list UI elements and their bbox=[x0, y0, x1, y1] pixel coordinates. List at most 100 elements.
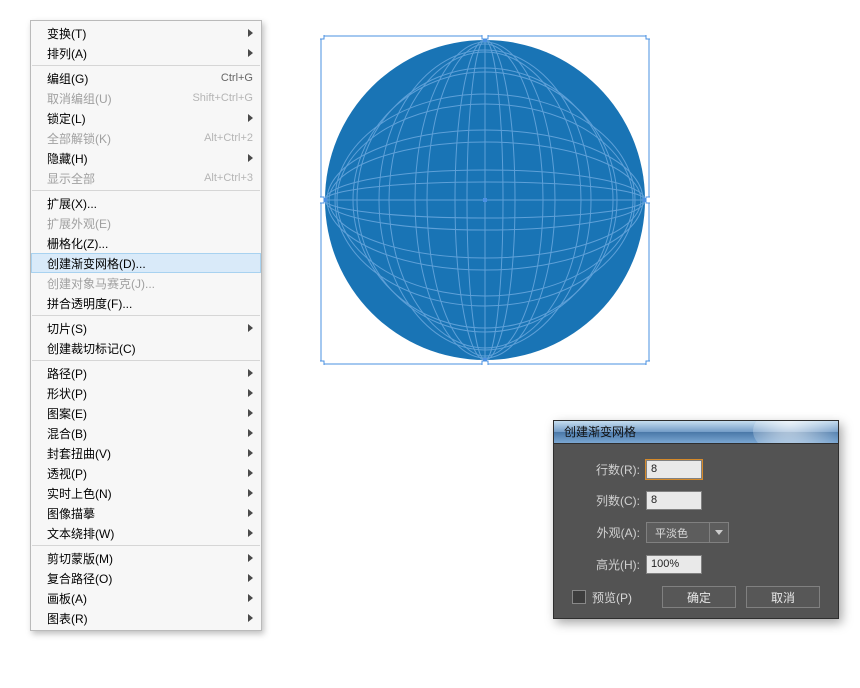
chevron-right-icon bbox=[248, 554, 253, 562]
cancel-button[interactable]: 取消 bbox=[746, 586, 820, 608]
menu-item-label: 创建对象马赛克(J)... bbox=[47, 275, 155, 292]
chevron-down-icon bbox=[715, 530, 723, 535]
menu-item-label: 剪切蒙版(M) bbox=[47, 550, 113, 567]
create-gradient-mesh-dialog: 创建渐变网格 行数(R): 8 列数(C): 8 外观(A): 平淡色 高光(H… bbox=[553, 420, 839, 619]
menu-item-label: 封套扭曲(V) bbox=[47, 445, 111, 462]
chevron-right-icon bbox=[248, 29, 253, 37]
menu-item[interactable]: 切片(S) bbox=[31, 318, 261, 338]
menu-item-label: 编组(G) bbox=[47, 70, 88, 87]
menu-item[interactable]: 图案(E) bbox=[31, 403, 261, 423]
menu-item[interactable]: 文本绕排(W) bbox=[31, 523, 261, 543]
appearance-value: 平淡色 bbox=[647, 525, 709, 541]
menu-separator bbox=[32, 315, 260, 316]
menu-item[interactable]: 图表(R) bbox=[31, 608, 261, 628]
menu-item[interactable]: 形状(P) bbox=[31, 383, 261, 403]
menu-item-label: 画板(A) bbox=[47, 590, 87, 607]
menu-item: 创建对象马赛克(J)... bbox=[31, 273, 261, 293]
menu-item[interactable]: 混合(B) bbox=[31, 423, 261, 443]
canvas-selected-object[interactable] bbox=[320, 35, 650, 365]
highlight-label: 高光(H): bbox=[572, 556, 640, 573]
menu-item[interactable]: 变换(T) bbox=[31, 23, 261, 43]
menu-item-label: 扩展外观(E) bbox=[47, 215, 111, 232]
menu-item-label: 取消编组(U) bbox=[47, 90, 112, 107]
menu-item[interactable]: 实时上色(N) bbox=[31, 483, 261, 503]
menu-item[interactable]: 拼合透明度(F)... bbox=[31, 293, 261, 313]
menu-item-label: 图表(R) bbox=[47, 610, 88, 627]
menu-item[interactable]: 图像描摹 bbox=[31, 503, 261, 523]
rows-input[interactable]: 8 bbox=[646, 460, 702, 479]
chevron-right-icon bbox=[248, 509, 253, 517]
chevron-right-icon bbox=[248, 49, 253, 57]
menu-item: 扩展外观(E) bbox=[31, 213, 261, 233]
ok-button[interactable]: 确定 bbox=[662, 586, 736, 608]
menu-item: 显示全部 Alt+Ctrl+3 bbox=[31, 168, 261, 188]
chevron-right-icon bbox=[248, 594, 253, 602]
chevron-right-icon bbox=[248, 489, 253, 497]
menu-item[interactable]: 编组(G)Ctrl+G bbox=[31, 68, 261, 88]
menu-item-label: 图案(E) bbox=[47, 405, 87, 422]
menu-item-label: 文本绕排(W) bbox=[47, 525, 114, 542]
menu-separator bbox=[32, 65, 260, 66]
appearance-select[interactable]: 平淡色 bbox=[646, 522, 729, 543]
chevron-right-icon bbox=[248, 369, 253, 377]
cols-label: 列数(C): bbox=[572, 492, 640, 509]
menu-item[interactable]: 透视(P) bbox=[31, 463, 261, 483]
chevron-right-icon bbox=[248, 449, 253, 457]
menu-item[interactable]: 隐藏(H) bbox=[31, 148, 261, 168]
menu-item-label: 创建渐变网格(D)... bbox=[47, 255, 146, 272]
menu-item-label: 混合(B) bbox=[47, 425, 87, 442]
menu-item-shortcut: Shift+Ctrl+G bbox=[192, 92, 253, 104]
appearance-label: 外观(A): bbox=[572, 524, 640, 541]
highlight-input[interactable]: 100% bbox=[646, 555, 702, 574]
menu-item-label: 路径(P) bbox=[47, 365, 87, 382]
chevron-right-icon bbox=[248, 114, 253, 122]
menu-item-label: 拼合透明度(F)... bbox=[47, 295, 132, 312]
rows-label: 行数(R): bbox=[572, 461, 640, 478]
menu-item[interactable]: 栅格化(Z)... bbox=[31, 233, 261, 253]
menu-item: 取消编组(U) Shift+Ctrl+G bbox=[31, 88, 261, 108]
chevron-right-icon bbox=[248, 409, 253, 417]
menu-item[interactable]: 创建渐变网格(D)... bbox=[31, 253, 261, 273]
chevron-right-icon bbox=[248, 469, 253, 477]
chevron-right-icon bbox=[248, 429, 253, 437]
menu-item[interactable]: 创建裁切标记(C) bbox=[31, 338, 261, 358]
menu-item-label: 图像描摹 bbox=[47, 505, 95, 522]
cols-input[interactable]: 8 bbox=[646, 491, 702, 510]
menu-item[interactable]: 排列(A) bbox=[31, 43, 261, 63]
chevron-right-icon bbox=[248, 154, 253, 162]
preview-label: 预览(P) bbox=[592, 589, 632, 606]
menu-separator bbox=[32, 545, 260, 546]
chevron-right-icon bbox=[248, 389, 253, 397]
menu-item[interactable]: 路径(P) bbox=[31, 363, 261, 383]
menu-item: 全部解锁(K) Alt+Ctrl+2 bbox=[31, 128, 261, 148]
menu-item-label: 变换(T) bbox=[47, 25, 86, 42]
menu-separator bbox=[32, 360, 260, 361]
menu-item-label: 显示全部 bbox=[47, 170, 95, 187]
menu-item-label: 排列(A) bbox=[47, 45, 87, 62]
preview-checkbox[interactable] bbox=[572, 590, 586, 604]
menu-item-label: 隐藏(H) bbox=[47, 150, 88, 167]
menu-item-label: 透视(P) bbox=[47, 465, 87, 482]
menu-item[interactable]: 封套扭曲(V) bbox=[31, 443, 261, 463]
dialog-title: 创建渐变网格 bbox=[554, 421, 838, 444]
menu-item-shortcut: Alt+Ctrl+2 bbox=[204, 132, 253, 144]
menu-item[interactable]: 画板(A) bbox=[31, 588, 261, 608]
menu-item-label: 创建裁切标记(C) bbox=[47, 340, 136, 357]
menu-item[interactable]: 扩展(X)... bbox=[31, 193, 261, 213]
menu-item-label: 锁定(L) bbox=[47, 110, 86, 127]
chevron-right-icon bbox=[248, 529, 253, 537]
menu-item-shortcut: Alt+Ctrl+3 bbox=[204, 172, 253, 184]
menu-item-label: 复合路径(O) bbox=[47, 570, 112, 587]
chevron-right-icon bbox=[248, 614, 253, 622]
chevron-right-icon bbox=[248, 324, 253, 332]
dropdown-button[interactable] bbox=[709, 523, 728, 542]
menu-separator bbox=[32, 190, 260, 191]
menu-item[interactable]: 剪切蒙版(M) bbox=[31, 548, 261, 568]
menu-item[interactable]: 复合路径(O) bbox=[31, 568, 261, 588]
menu-item[interactable]: 锁定(L) bbox=[31, 108, 261, 128]
chevron-right-icon bbox=[248, 574, 253, 582]
menu-item-label: 形状(P) bbox=[47, 385, 87, 402]
menu-item-label: 切片(S) bbox=[47, 320, 87, 337]
menu-item-label: 栅格化(Z)... bbox=[47, 235, 108, 252]
menu-item-label: 全部解锁(K) bbox=[47, 130, 111, 147]
